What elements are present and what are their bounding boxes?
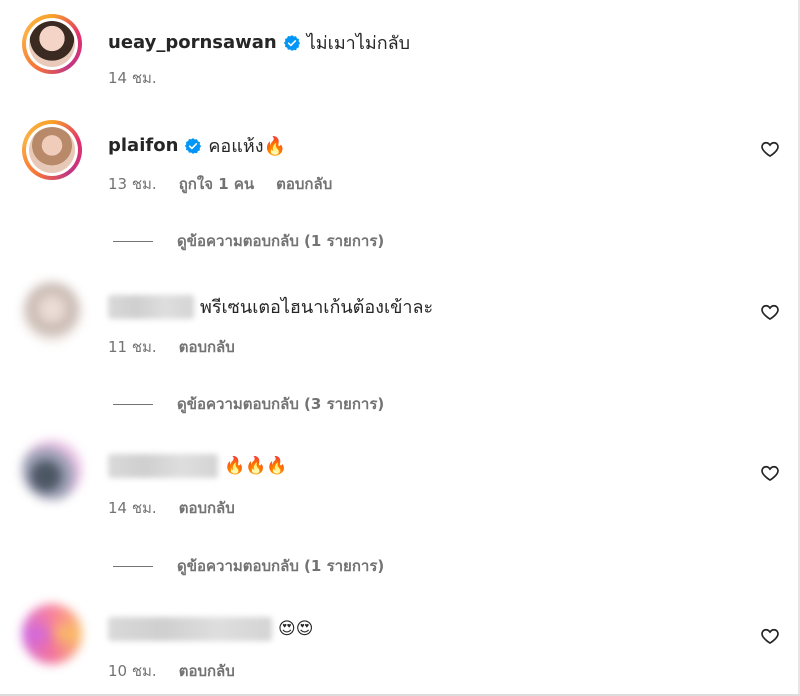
comment-text: ไม่เมาไม่กลับ: [306, 33, 411, 54]
view-replies-label: ดูข้อความตอบกลับ (1 รายการ): [177, 232, 385, 250]
comment-text: คอแห้ง🔥: [208, 136, 286, 157]
comment-username[interactable]: ueay_pornsawan: [108, 32, 277, 53]
view-replies-label: ดูข้อความตอบกลับ (3 รายการ): [177, 395, 385, 413]
comment-text: 😍😍: [278, 619, 314, 639]
divider: [113, 403, 153, 405]
comment-time[interactable]: 10 ชม.: [108, 659, 157, 683]
avatar[interactable]: [22, 282, 82, 342]
comment-time[interactable]: 13 ชม.: [108, 172, 157, 196]
heart-icon[interactable]: [760, 302, 780, 322]
view-replies-button[interactable]: ดูข้อความตอบกลับ (3 รายการ): [113, 392, 384, 416]
comment-time[interactable]: 11 ชม.: [108, 335, 157, 359]
comment-text: 🔥🔥🔥: [224, 456, 288, 476]
likes-count[interactable]: ถูกใจ 1 คน: [179, 172, 254, 196]
avatar[interactable]: [22, 604, 82, 664]
view-replies-button[interactable]: ดูข้อความตอบกลับ (1 รายการ): [113, 229, 384, 253]
view-replies-label: ดูข้อความตอบกลับ (1 รายการ): [177, 557, 385, 575]
comment-time[interactable]: 14 ชม.: [108, 496, 157, 520]
reply-button[interactable]: ตอบกลับ: [179, 335, 235, 359]
reply-button[interactable]: ตอบกลับ: [179, 496, 235, 520]
hidden-username[interactable]: [108, 454, 218, 478]
comment-text: พรีเซนเตอไฮนาเก้นต้องเข้าละ: [200, 297, 434, 318]
heart-icon[interactable]: [760, 139, 780, 159]
comment-time[interactable]: 14 ชม.: [108, 66, 157, 90]
heart-icon[interactable]: [760, 626, 780, 646]
divider: [113, 565, 153, 567]
avatar[interactable]: [22, 120, 82, 180]
view-replies-button[interactable]: ดูข้อความตอบกลับ (1 รายการ): [113, 554, 384, 578]
hidden-username[interactable]: [108, 617, 272, 641]
comment-username[interactable]: plaifon: [108, 135, 178, 156]
avatar[interactable]: [22, 440, 82, 500]
reply-button[interactable]: ตอบกลับ: [276, 172, 332, 196]
verified-badge-icon: [283, 34, 300, 51]
heart-icon[interactable]: [760, 463, 780, 483]
hidden-username[interactable]: [108, 294, 194, 319]
avatar[interactable]: [22, 14, 82, 74]
divider: [113, 240, 153, 242]
reply-button[interactable]: ตอบกลับ: [179, 659, 235, 683]
verified-badge-icon: [185, 137, 202, 154]
